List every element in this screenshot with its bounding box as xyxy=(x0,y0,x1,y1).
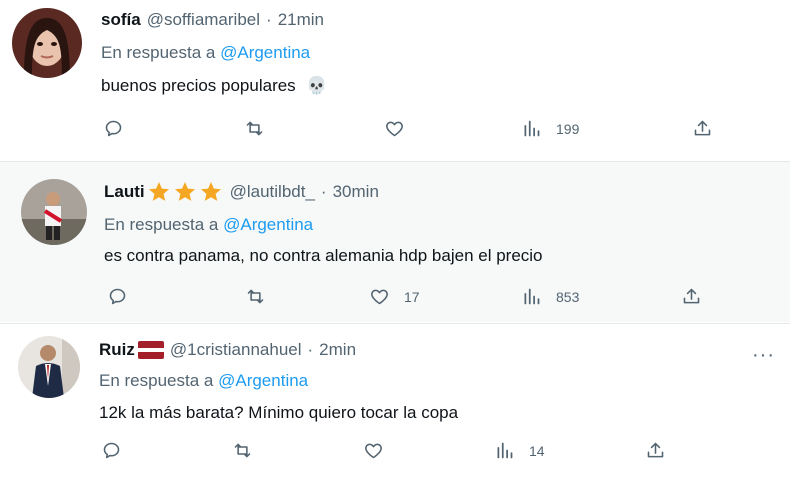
share-button[interactable] xyxy=(692,118,713,139)
display-name[interactable]: Ruiz xyxy=(99,340,135,360)
tweet-ruiz[interactable]: Ruiz @1cristiannahuel · 2min En respuest… xyxy=(0,324,790,493)
reply-button[interactable] xyxy=(107,286,128,307)
tweet-text: 12k la más barata? Mínimo quiero tocar l… xyxy=(99,403,459,422)
reply-context: En respuesta a @Argentina xyxy=(101,43,310,63)
views-count: 853 xyxy=(556,288,580,305)
skull-emoji: 💀 xyxy=(306,76,328,95)
user-handle[interactable]: @soffiamaribel xyxy=(147,10,260,30)
views-button[interactable]: 14 xyxy=(494,440,545,461)
star-icon xyxy=(148,182,169,201)
action-bar: 199 xyxy=(0,118,790,148)
reply-icon xyxy=(103,442,120,459)
retweet-button[interactable] xyxy=(245,286,266,307)
reply-button[interactable] xyxy=(103,118,124,139)
timestamp[interactable]: 21min xyxy=(278,10,324,30)
user-handle[interactable]: @lautilbdt_ xyxy=(230,182,315,202)
action-bar: 14 xyxy=(0,440,790,470)
retweet-icon xyxy=(246,121,263,136)
reply-context: En respuesta a @Argentina xyxy=(104,215,313,235)
retweet-icon xyxy=(247,289,264,304)
views-icon xyxy=(497,442,513,459)
tweet-lauti[interactable]: Lauti @lautilbdt_ · 30min En respuesta a… xyxy=(0,162,790,322)
share-button[interactable] xyxy=(681,286,702,307)
reply-button[interactable] xyxy=(101,440,122,461)
star-icon xyxy=(174,182,195,201)
views-count: 199 xyxy=(556,120,580,137)
user-handle[interactable]: @1cristiannahuel xyxy=(170,340,302,360)
share-button[interactable] xyxy=(645,440,666,461)
retweet-button[interactable] xyxy=(244,118,265,139)
mention-link[interactable]: @Argentina xyxy=(223,215,313,234)
display-name[interactable]: sofía xyxy=(101,10,141,30)
share-icon xyxy=(647,442,664,458)
retweet-button[interactable] xyxy=(232,440,253,461)
like-button[interactable] xyxy=(363,440,384,461)
reply-context: En respuesta a @Argentina xyxy=(99,371,308,391)
tweet-text: buenos precios populares 💀 xyxy=(101,76,328,96)
avatar[interactable] xyxy=(21,179,87,245)
tweet-header: Lauti @lautilbdt_ · 30min xyxy=(104,180,379,204)
views-button[interactable]: 199 xyxy=(521,118,579,139)
timestamp[interactable]: 2min xyxy=(319,340,356,360)
display-name[interactable]: Lauti xyxy=(104,182,145,202)
separator-dot: · xyxy=(320,182,327,201)
star-badges xyxy=(146,180,224,204)
flag-icon xyxy=(137,341,164,359)
retweet-icon xyxy=(234,443,251,458)
separator-dot: · xyxy=(266,10,272,29)
likes-count: 17 xyxy=(404,288,420,305)
tweet-sofia[interactable]: sofía @soffiamaribel · 21min En respuest… xyxy=(0,0,790,160)
timestamp[interactable]: 30min xyxy=(333,182,379,202)
like-button[interactable]: 17 xyxy=(369,286,420,307)
like-button[interactable] xyxy=(384,118,405,139)
like-icon xyxy=(365,443,382,459)
reply-prefix: En respuesta a xyxy=(99,371,214,390)
views-icon xyxy=(524,120,540,137)
avatar[interactable] xyxy=(12,8,82,78)
views-icon xyxy=(524,288,540,305)
avatar[interactable] xyxy=(18,336,80,398)
star-icon xyxy=(200,182,221,201)
mention-link[interactable]: @Argentina xyxy=(220,43,310,62)
action-bar: 17 853 xyxy=(0,286,790,316)
like-icon xyxy=(371,289,388,305)
tweet-text: es contra panama, no contra alemania hdp… xyxy=(104,246,543,265)
share-icon xyxy=(683,288,700,304)
tweet-text-body: buenos precios populares xyxy=(101,76,296,95)
separator-dot: · xyxy=(307,340,314,359)
reply-icon xyxy=(105,120,122,137)
reply-prefix: En respuesta a xyxy=(104,215,219,234)
tweet-header: Ruiz @1cristiannahuel · 2min xyxy=(99,340,356,360)
tweet-header: sofía @soffiamaribel · 21min xyxy=(101,10,324,30)
mention-link[interactable]: @Argentina xyxy=(218,371,308,390)
reply-prefix: En respuesta a xyxy=(101,43,216,62)
reply-icon xyxy=(109,288,126,305)
views-count: 14 xyxy=(529,442,545,459)
views-button[interactable]: 853 xyxy=(521,286,579,307)
like-icon xyxy=(386,121,403,137)
share-icon xyxy=(694,120,711,136)
more-icon[interactable]: ··· xyxy=(752,344,775,367)
